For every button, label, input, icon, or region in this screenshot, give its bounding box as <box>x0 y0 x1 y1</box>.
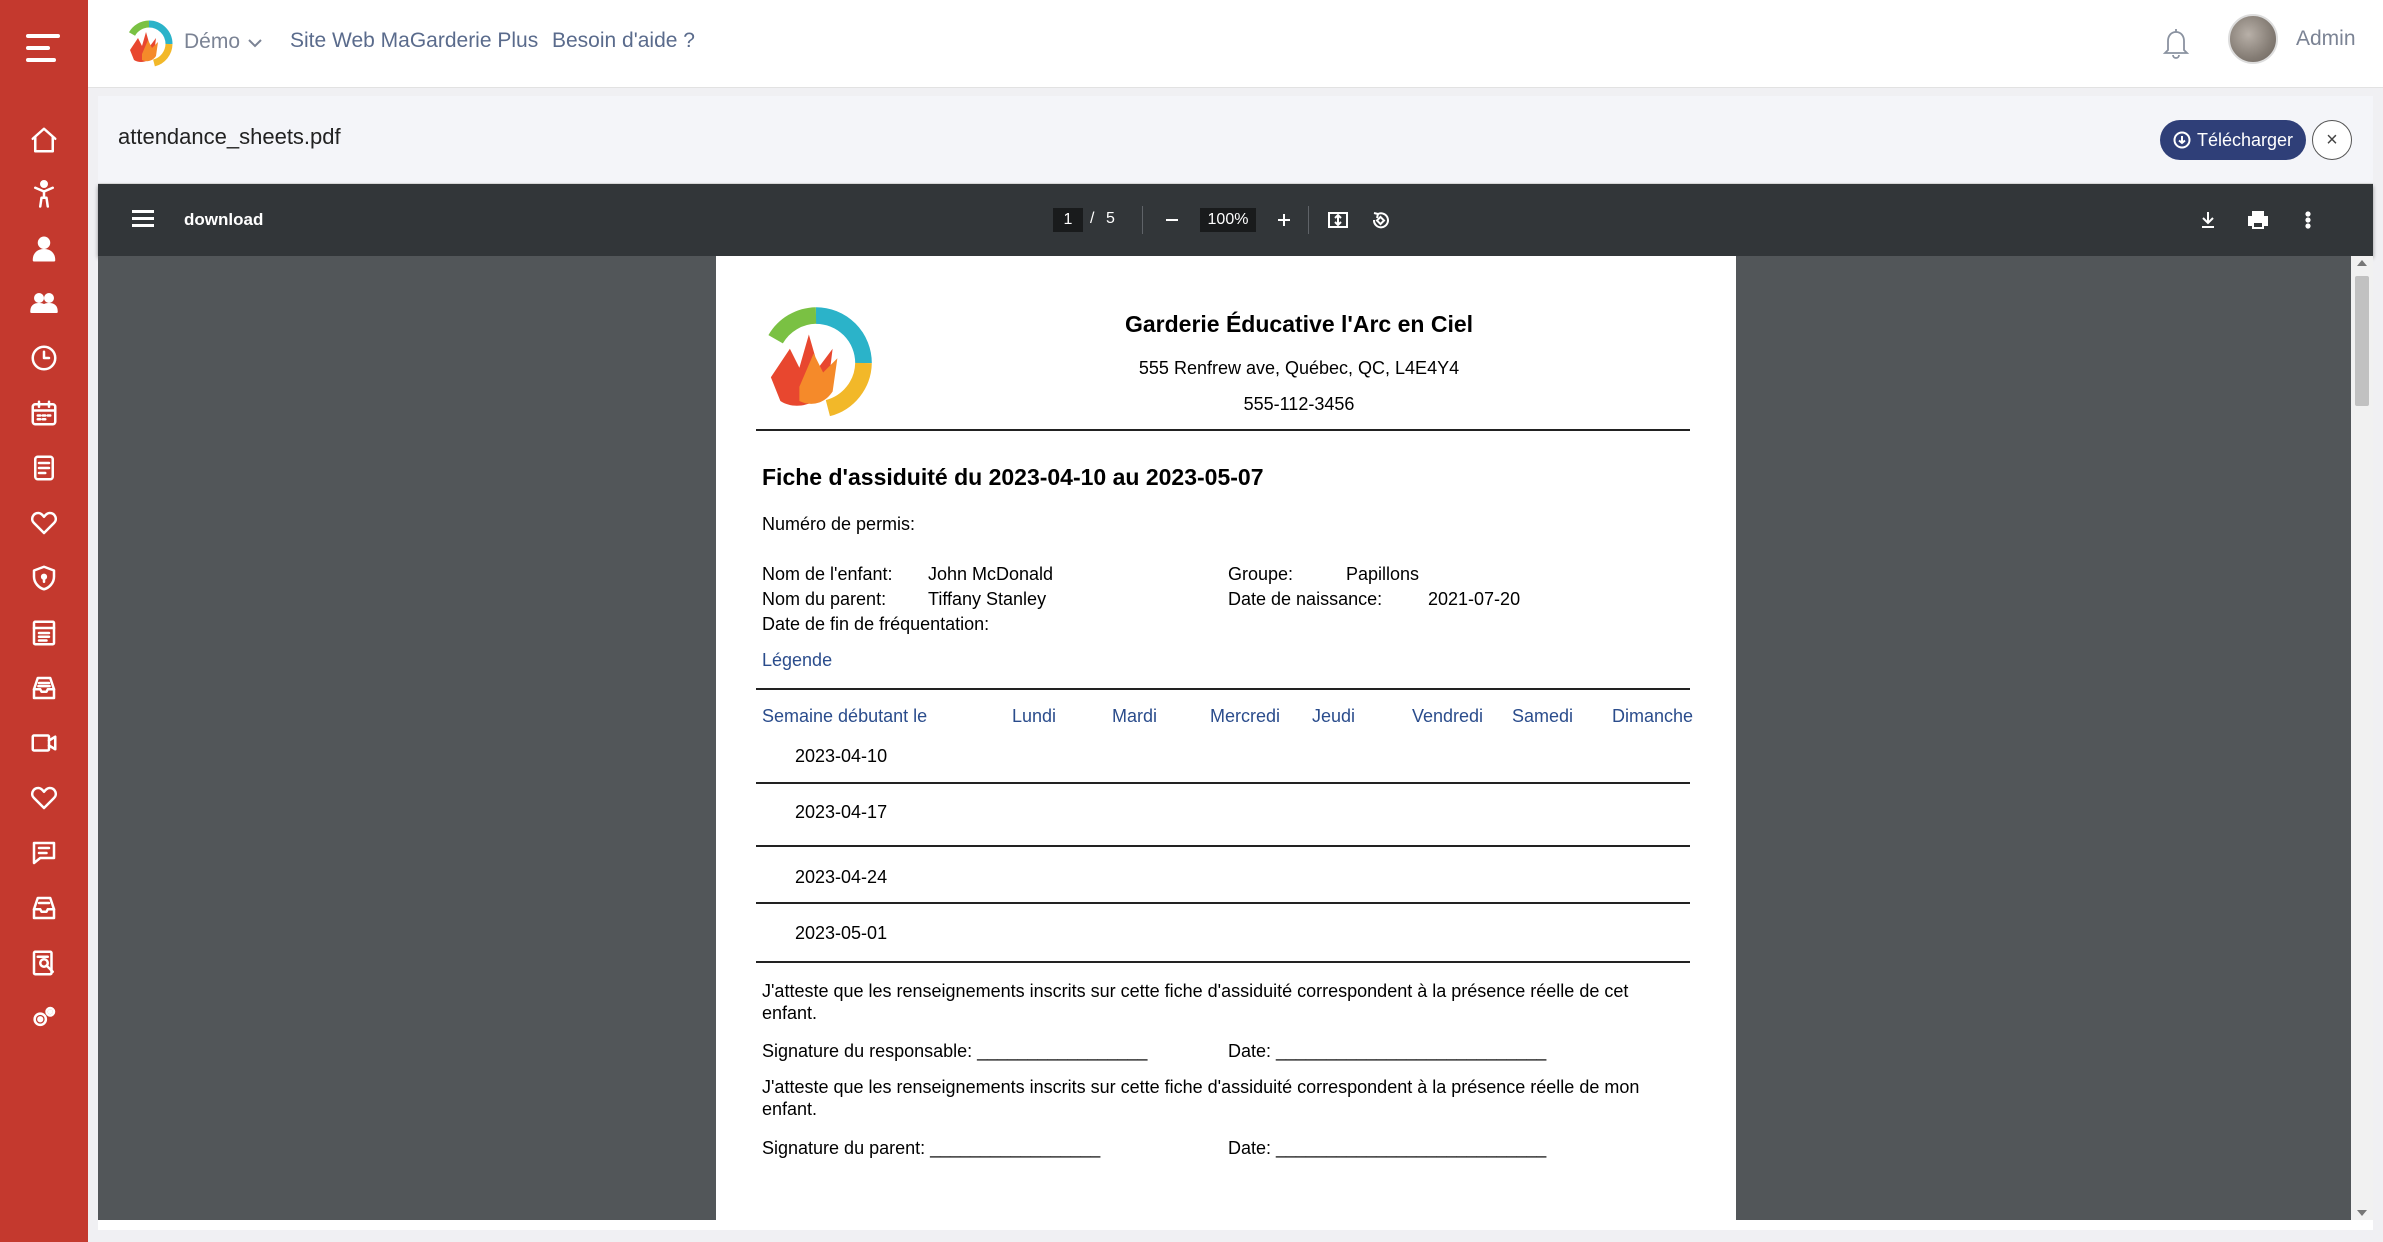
chevron-down-icon[interactable] <box>246 34 264 52</box>
close-button[interactable]: × <box>2312 120 2352 160</box>
divider <box>756 688 1690 690</box>
divider <box>756 429 1690 431</box>
date-field-2: Date: ___________________________ <box>1228 1138 1547 1158</box>
sign-responsible: Signature du responsable: ______________… <box>762 1041 1148 1061</box>
col-header-friday: Vendredi <box>1412 706 1484 726</box>
toolbar-divider <box>1308 206 1309 234</box>
birth-label: Date de naissance: <box>1228 589 1383 609</box>
heart-outline-icon[interactable] <box>26 780 62 816</box>
col-header-tuesday: Mardi <box>1112 706 1158 726</box>
divider <box>756 902 1690 904</box>
total-pages: 5 <box>1106 210 1115 227</box>
video-icon[interactable] <box>26 725 62 761</box>
col-header-week: Semaine débutant le <box>762 706 928 726</box>
attest-responsible: J'atteste que les renseignements inscrit… <box>762 981 1629 1023</box>
file-name: attendance_sheets.pdf <box>118 124 341 149</box>
divider <box>756 782 1690 784</box>
table-row: 2023-04-24 <box>795 867 888 887</box>
shield-icon[interactable] <box>26 560 62 596</box>
sign-parent: Signature du parent: _________________ <box>762 1138 1101 1158</box>
pdf-menu-icon[interactable] <box>132 210 154 228</box>
group-icon[interactable] <box>26 285 62 321</box>
pdf-toolbar: download 1 / 5 100% <box>98 184 2373 256</box>
permit-label: Numéro de permis: <box>762 514 916 534</box>
top-bar: Démo Site Web MaGarderie Plus Besoin d'a… <box>88 0 2383 88</box>
avatar[interactable] <box>2228 14 2278 64</box>
download-button-label: Télécharger <box>2196 129 2294 150</box>
legend-label: Légende <box>762 650 833 670</box>
menu-toggle-icon[interactable] <box>26 34 60 62</box>
parent-value: Tiffany Stanley <box>928 589 1047 609</box>
table-row: 2023-04-10 <box>795 746 888 766</box>
zoom-input[interactable]: 100% <box>1200 208 1256 232</box>
sidebar <box>0 0 88 1242</box>
fit-page-icon[interactable] <box>1324 206 1352 234</box>
pdf-page: Garderie Éducative l'Arc en Ciel 555 Ren… <box>716 256 1736 1220</box>
report-icon[interactable] <box>26 450 62 486</box>
col-header-thursday: Jeudi <box>1312 706 1356 726</box>
search-report-icon[interactable] <box>26 945 62 981</box>
settings-icon[interactable] <box>26 1000 62 1036</box>
org-name: Garderie Éducative l'Arc en Ciel <box>1124 311 1474 337</box>
help-link[interactable]: Besoin d'aide ? <box>552 29 695 53</box>
download-button[interactable]: Télécharger <box>2160 120 2306 160</box>
calendar-icon[interactable] <box>26 395 62 431</box>
scroll-thumb[interactable] <box>2355 276 2369 406</box>
table-row: 2023-05-01 <box>795 923 888 943</box>
close-icon: × <box>2326 128 2338 151</box>
group-value: Papillons <box>1346 564 1420 584</box>
pdf-scrollbar[interactable] <box>2351 256 2373 1220</box>
sheet-title: Fiche d'assiduité du 2023-04-10 au 2023-… <box>762 464 1264 490</box>
scroll-up-icon[interactable] <box>2357 260 2367 266</box>
child-value: John McDonald <box>928 564 1054 584</box>
rotate-icon[interactable] <box>1366 206 1394 234</box>
tray-icon[interactable] <box>26 890 62 926</box>
col-header-saturday: Samedi <box>1512 706 1574 726</box>
attest-parent: J'atteste que les renseignements inscrit… <box>762 1077 1640 1119</box>
org-address: 555 Renfrew ave, Québec, QC, L4E4Y4 <box>1138 358 1460 378</box>
viewer-header: attendance_sheets.pdf Télécharger × <box>98 96 2373 184</box>
child-icon[interactable] <box>26 176 62 212</box>
menu-board-icon[interactable] <box>26 615 62 651</box>
toolbar-divider <box>1142 206 1143 234</box>
home-icon[interactable] <box>26 122 62 158</box>
end-date-label: Date de fin de fréquentation: <box>762 614 990 634</box>
page-separator: / <box>1090 210 1095 227</box>
message-icon[interactable] <box>26 835 62 871</box>
pdf-title: download <box>184 210 264 229</box>
divider <box>756 845 1690 847</box>
user-name[interactable]: Admin <box>2296 27 2356 51</box>
divider <box>756 961 1690 963</box>
table-row: 2023-04-17 <box>795 802 888 822</box>
col-header-monday: Lundi <box>1012 706 1057 726</box>
bell-icon[interactable] <box>2160 26 2192 60</box>
inbox-icon[interactable] <box>26 670 62 706</box>
group-label: Groupe: <box>1228 564 1294 584</box>
org-phone: 555-112-3456 <box>1243 394 1355 414</box>
pdf-download-icon[interactable] <box>2194 206 2222 234</box>
clock-icon[interactable] <box>26 340 62 376</box>
zoom-out-icon[interactable] <box>1158 206 1186 234</box>
heart-icon[interactable] <box>26 505 62 541</box>
scroll-down-icon[interactable] <box>2357 1210 2367 1216</box>
zoom-in-icon[interactable] <box>1270 206 1298 234</box>
parent-label: Nom du parent: <box>762 589 887 609</box>
page-number-input[interactable]: 1 <box>1053 208 1083 232</box>
demo-switcher[interactable]: Démo <box>184 30 240 54</box>
document-viewer: attendance_sheets.pdf Télécharger × down… <box>98 96 2373 1230</box>
download-circle-icon <box>2173 131 2191 149</box>
col-header-sunday: Dimanche <box>1612 706 1694 726</box>
date-field-1: Date: ___________________________ <box>1228 1041 1547 1061</box>
site-web-link[interactable]: Site Web MaGarderie Plus <box>290 29 538 53</box>
staff-icon[interactable] <box>26 231 62 267</box>
birth-value: 2021-07-20 <box>1428 589 1521 609</box>
print-icon[interactable] <box>2244 206 2272 234</box>
logo-icon[interactable] <box>124 20 174 68</box>
col-header-wednesday: Mercredi <box>1210 706 1281 726</box>
panel-bottom-edge <box>98 1220 2373 1230</box>
child-label: Nom de l'enfant: <box>762 564 893 584</box>
more-options-icon[interactable] <box>2294 206 2322 234</box>
